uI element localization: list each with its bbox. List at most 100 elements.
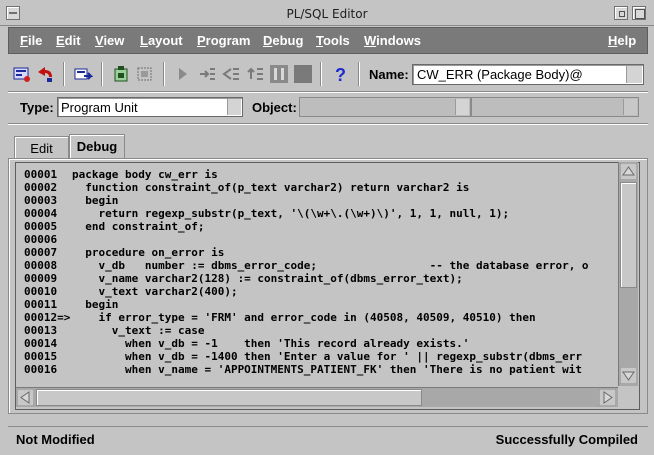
help-icon[interactable]: ? bbox=[330, 64, 350, 85]
revert-icon[interactable] bbox=[35, 64, 55, 84]
line-number: 00005 bbox=[24, 220, 58, 233]
code-line[interactable]: 00010 v_text varchar2(400); bbox=[24, 285, 617, 298]
line-number: 00002 bbox=[24, 181, 58, 194]
object-subselect[interactable] bbox=[471, 97, 639, 117]
compile-status: Successfully Compiled bbox=[495, 432, 638, 447]
tab-debug[interactable]: Debug bbox=[69, 134, 125, 158]
code-line[interactable]: 00004 return regexp_substr(p_text, '\(\w… bbox=[24, 207, 617, 220]
line-number: 00011 bbox=[24, 298, 58, 311]
toolbar: ? Name: CW_ERR (Package Body)@ bbox=[8, 58, 648, 92]
code-line[interactable]: 00011 begin bbox=[24, 298, 617, 311]
stop-icon[interactable] bbox=[293, 64, 313, 84]
menu-help[interactable]: Help bbox=[608, 33, 636, 48]
name-combobox[interactable]: CW_ERR (Package Body)@ bbox=[412, 64, 644, 85]
code-line[interactable]: 00005 end constraint_of; bbox=[24, 220, 617, 233]
type-label: Type: bbox=[20, 100, 54, 115]
menu-windows[interactable]: Windows bbox=[364, 33, 421, 48]
chevron-down-icon[interactable] bbox=[455, 99, 469, 115]
menu-program[interactable]: Program bbox=[197, 33, 250, 48]
chevron-down-icon[interactable] bbox=[623, 99, 637, 115]
line-number: 00003 bbox=[24, 194, 58, 207]
code-line[interactable]: 00012=> if error_type = 'FRM' and error_… bbox=[24, 311, 617, 324]
scroll-right-icon[interactable] bbox=[599, 389, 616, 406]
scroll-left-icon[interactable] bbox=[17, 389, 34, 406]
menu-edit[interactable]: Edit bbox=[56, 33, 81, 48]
line-text: begin bbox=[72, 194, 119, 207]
line-text: when v_db = -1400 then 'Enter a value fo… bbox=[72, 350, 582, 363]
chevron-down-icon[interactable] bbox=[227, 99, 241, 115]
code-line[interactable]: 00003 begin bbox=[24, 194, 617, 207]
minimize-button[interactable] bbox=[614, 6, 628, 20]
line-number: 00013 bbox=[24, 324, 58, 337]
window-title: PL/SQL Editor bbox=[286, 7, 368, 21]
svg-text:?: ? bbox=[335, 65, 346, 84]
title-bar: PL/SQL Editor bbox=[0, 0, 654, 26]
step-out-icon[interactable] bbox=[245, 64, 265, 84]
new-icon[interactable] bbox=[73, 64, 94, 84]
step-over-icon[interactable] bbox=[221, 64, 241, 84]
status-bar: Not Modified Successfully Compiled bbox=[8, 426, 648, 450]
name-label: Name: bbox=[369, 67, 409, 82]
line-number: 00009 bbox=[24, 272, 58, 285]
menu-bar: File Edit View Layout Program Debug Tool… bbox=[8, 27, 648, 54]
step-into-icon[interactable] bbox=[197, 64, 217, 84]
menu-file[interactable]: File bbox=[20, 33, 42, 48]
object-select[interactable] bbox=[299, 97, 471, 117]
line-number: 00004 bbox=[24, 207, 58, 220]
menu-layout[interactable]: Layout bbox=[140, 33, 183, 48]
line-number: 00008 bbox=[24, 259, 58, 272]
object-label: Object: bbox=[252, 100, 297, 115]
chevron-down-icon[interactable] bbox=[626, 66, 642, 83]
line-number: 00006 bbox=[24, 233, 58, 246]
code-line[interactable]: 00007 procedure on_error is bbox=[24, 246, 617, 259]
tab-edit[interactable]: Edit bbox=[14, 136, 69, 158]
line-text: end constraint_of; bbox=[72, 220, 205, 233]
line-number: 00001 bbox=[24, 168, 58, 181]
line-text: package body cw_err is bbox=[72, 168, 218, 181]
delete-icon[interactable] bbox=[111, 64, 131, 84]
vertical-scrollbar[interactable] bbox=[618, 162, 638, 386]
compile-icon[interactable] bbox=[12, 64, 32, 84]
go-icon[interactable] bbox=[173, 64, 193, 84]
line-text: begin bbox=[72, 298, 119, 311]
pause-icon[interactable] bbox=[269, 64, 289, 84]
line-text: if error_type = 'FRM' and error_code in … bbox=[72, 311, 536, 324]
code-line[interactable]: 00014 when v_db = -1 then 'This record a… bbox=[24, 337, 617, 350]
line-text: v_db number := dbms_error_code; -- the d… bbox=[72, 259, 589, 272]
horizontal-scroll-thumb[interactable] bbox=[36, 389, 422, 406]
maximize-button[interactable] bbox=[632, 6, 646, 20]
name-value: CW_ERR (Package Body)@ bbox=[417, 67, 583, 82]
code-line[interactable]: 00015 when v_db = -1400 then 'Enter a va… bbox=[24, 350, 617, 363]
line-text: when v_db = -1 then 'This record already… bbox=[72, 337, 470, 350]
line-text: when v_name = 'APPOINTMENTS_PATIENT_FK' … bbox=[72, 363, 582, 376]
line-text: return regexp_substr(p_text, '\(\w+\.(\w… bbox=[72, 207, 510, 220]
line-text: v_name varchar2(128) := constraint_of(db… bbox=[72, 272, 463, 285]
code-line[interactable]: 00016 when v_name = 'APPOINTMENTS_PATIEN… bbox=[24, 363, 617, 376]
step-icon[interactable] bbox=[135, 64, 155, 84]
line-text: procedure on_error is bbox=[72, 246, 225, 259]
line-number: 00012=> bbox=[24, 311, 71, 324]
line-number: 00014 bbox=[24, 337, 58, 350]
menu-view[interactable]: View bbox=[95, 33, 124, 48]
scroll-up-icon[interactable] bbox=[620, 163, 637, 180]
code-line[interactable]: 00008 v_db number := dbms_error_code; --… bbox=[24, 259, 617, 272]
modified-status: Not Modified bbox=[16, 432, 95, 447]
source-code[interactable]: 00001 package body cw_err is 00002 functio… bbox=[24, 168, 617, 384]
code-line[interactable]: 00013 v_text := case bbox=[24, 324, 617, 337]
line-text: v_text := case bbox=[72, 324, 205, 337]
line-number: 00010 bbox=[24, 285, 58, 298]
vertical-scroll-thumb[interactable] bbox=[620, 182, 637, 288]
line-text: v_text varchar2(400); bbox=[72, 285, 238, 298]
code-line[interactable]: 00002 function constraint_of(p_text varc… bbox=[24, 181, 617, 194]
code-line[interactable]: 00009 v_name varchar2(128) := constraint… bbox=[24, 272, 617, 285]
code-line[interactable]: 00006 bbox=[24, 233, 617, 246]
line-number: 00016 bbox=[24, 363, 58, 376]
menu-tools[interactable]: Tools bbox=[316, 33, 350, 48]
line-number: 00015 bbox=[24, 350, 58, 363]
line-text: function constraint_of(p_text varchar2) … bbox=[72, 181, 470, 194]
menu-debug[interactable]: Debug bbox=[263, 33, 303, 48]
code-line[interactable]: 00001 package body cw_err is bbox=[24, 168, 617, 181]
type-select[interactable]: Program Unit bbox=[57, 97, 243, 117]
scroll-down-icon[interactable] bbox=[620, 367, 637, 384]
horizontal-scrollbar[interactable] bbox=[16, 387, 618, 407]
